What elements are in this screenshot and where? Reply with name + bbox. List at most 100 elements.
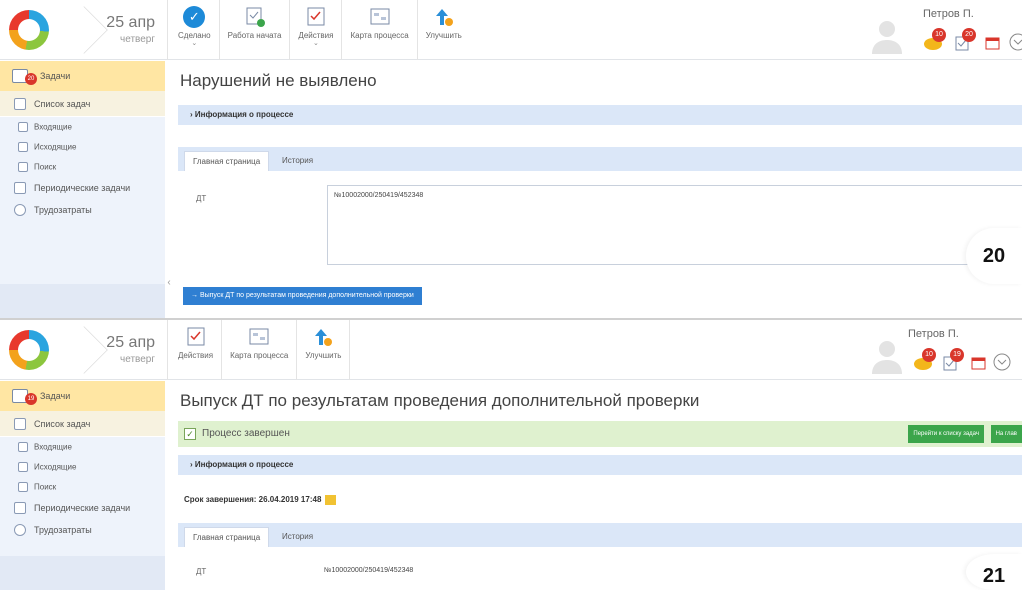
- check-circle-icon: ✓: [183, 6, 206, 28]
- sidebar-item-outgoing[interactable]: Исходящие: [0, 457, 165, 477]
- avatar-icon[interactable]: [872, 338, 902, 374]
- improve-arrow-icon: [435, 9, 453, 26]
- release-dt-button[interactable]: → Выпуск ДТ по результатам проведения до…: [183, 287, 422, 305]
- incoming-icon: [18, 122, 28, 132]
- actions-button[interactable]: Действия ⌄: [290, 0, 343, 60]
- note-icon[interactable]: [325, 495, 337, 505]
- logo-date-block: 25 апр четверг: [0, 320, 168, 380]
- process-done-text: Процесс завершен: [202, 428, 290, 439]
- sidebar: 19 Задачи Список задач Входящие Исходящи…: [0, 381, 165, 590]
- main-content: Нарушений не выявлено › Информация о про…: [172, 61, 1022, 318]
- app-logo-icon[interactable]: [9, 330, 49, 370]
- list-icon: [14, 417, 26, 430]
- logo-date-block: 25 апр четверг: [0, 0, 168, 60]
- tasks-badge: 20: [25, 73, 37, 85]
- chevron-down-icon: ⌄: [191, 40, 198, 47]
- avatar-icon[interactable]: [872, 18, 902, 54]
- process-map-button[interactable]: Карта процесса: [222, 320, 298, 380]
- dt-field[interactable]: №10002000/250419/452348: [327, 185, 1022, 265]
- sidebar-item-incoming[interactable]: Входящие: [0, 117, 165, 137]
- process-map-button[interactable]: Карта процесса: [342, 0, 418, 60]
- search-icon: [18, 162, 28, 172]
- clock-icon: [14, 524, 26, 536]
- list-icon: [14, 97, 26, 110]
- tab-history[interactable]: История: [274, 151, 321, 171]
- sidebar-item-task-list[interactable]: Список задач: [0, 91, 165, 117]
- date-arrow-decoration: [60, 6, 108, 54]
- sidebar-item-tasks[interactable]: 19 Задачи: [0, 381, 165, 411]
- sidebar-item-search[interactable]: Поиск: [0, 477, 165, 497]
- process-map-icon: [249, 328, 269, 345]
- improve-button[interactable]: Улучшить: [297, 320, 351, 380]
- goto-task-list-button[interactable]: Перейти к списку задач: [908, 425, 984, 443]
- dt-field-value: №10002000/250419/452348: [324, 567, 414, 574]
- date-arrow-decoration: [60, 326, 108, 374]
- sidebar-item-task-list[interactable]: Список задач: [0, 411, 165, 437]
- tab-history[interactable]: История: [274, 527, 321, 547]
- sidebar-item-search[interactable]: Поиск: [0, 157, 165, 177]
- slide-number: 20: [966, 228, 1022, 284]
- user-name[interactable]: Петров П.: [908, 328, 959, 340]
- tab-main-page[interactable]: Главная страница: [184, 527, 270, 547]
- screen-slide-20: 25 апр четверг ✓ Сделано ⌄ Работа начата…: [0, 0, 1022, 318]
- task-toolbar: ✓ Сделано ⌄ Работа начата Действия ⌄ Кар…: [170, 0, 470, 60]
- messages-badge: 10: [922, 348, 936, 362]
- tab-main-page[interactable]: Главная страница: [184, 151, 270, 171]
- tasks-badge: 19: [25, 393, 37, 405]
- tasks-notif-icon[interactable]: 20: [952, 28, 982, 54]
- sidebar-item-labor[interactable]: Трудозатраты: [0, 199, 165, 221]
- sidebar-item-outgoing[interactable]: Исходящие: [0, 137, 165, 157]
- sidebar-bottom: [0, 556, 165, 590]
- dt-field-label: ДТ: [196, 194, 207, 203]
- sidebar-item-incoming[interactable]: Входящие: [0, 437, 165, 457]
- process-info-toggle[interactable]: › Информация о процессе: [178, 105, 1022, 125]
- sidebar-item-labor[interactable]: Трудозатраты: [0, 519, 165, 541]
- tasks-notif-badge: 20: [962, 28, 976, 42]
- screen-slide-21: 25 апр четверг Действия Карта процесса У…: [0, 320, 1022, 590]
- sidebar-bottom: [0, 284, 165, 318]
- outgoing-icon: [18, 462, 28, 472]
- task-toolbar: Действия Карта процесса Улучшить: [170, 320, 351, 380]
- tasks-notif-badge: 19: [950, 348, 964, 362]
- slide-number: 21: [966, 554, 1022, 590]
- clock-icon: [14, 204, 26, 216]
- process-map-icon: [370, 8, 390, 25]
- expand-circle-icon[interactable]: [992, 352, 1022, 374]
- work-started-button[interactable]: Работа начата: [220, 0, 291, 60]
- date-day: 25 апр: [106, 14, 155, 31]
- task-actions-icon: [187, 327, 205, 346]
- improve-arrow-icon: [315, 329, 333, 346]
- task-start-icon: [246, 7, 265, 27]
- sidebar-item-tasks[interactable]: 20 Задачи: [0, 61, 165, 91]
- user-name[interactable]: Петров П.: [923, 8, 974, 20]
- actions-button[interactable]: Действия: [170, 320, 223, 380]
- sidebar-item-periodic[interactable]: Периодические задачи: [0, 497, 165, 519]
- date-weekday: четверг: [120, 34, 155, 45]
- app-header: 25 апр четверг Действия Карта процесса У…: [0, 320, 1022, 380]
- messages-icon[interactable]: 10: [912, 348, 942, 374]
- deadline-text: Срок завершения: 26.04.2019 17:48: [184, 495, 337, 505]
- chevron-right-icon: ›: [190, 110, 193, 119]
- process-done-bar: ✓ Процесс завершен Перейти к списку зада…: [178, 421, 1022, 447]
- expand-circle-icon[interactable]: [1008, 32, 1022, 54]
- incoming-icon: [18, 442, 28, 452]
- improve-button[interactable]: Улучшить: [418, 0, 470, 60]
- date-day: 25 апр: [106, 334, 155, 351]
- date-weekday: четверг: [120, 354, 155, 365]
- dt-field-value: №10002000/250419/452348: [334, 192, 424, 199]
- periodic-tasks-icon: [14, 182, 26, 194]
- messages-icon[interactable]: 10: [922, 28, 952, 54]
- tab-bar: Главная страница История: [178, 523, 1022, 547]
- sidebar: 20 Задачи Список задач Входящие Исходящи…: [0, 61, 165, 318]
- goto-main-button[interactable]: На глав: [990, 425, 1022, 443]
- page-title: Нарушений не выявлено: [180, 71, 377, 90]
- page-title: Выпуск ДТ по результатам проведения допо…: [180, 391, 700, 410]
- sidebar-item-periodic[interactable]: Периодические задачи: [0, 177, 165, 199]
- chevron-right-icon: ›: [190, 460, 193, 469]
- messages-badge: 10: [932, 28, 946, 42]
- done-button[interactable]: ✓ Сделано ⌄: [170, 0, 220, 60]
- tasks-notif-icon[interactable]: 19: [940, 348, 970, 374]
- checkbox-checked-icon: ✓: [184, 428, 196, 440]
- app-logo-icon[interactable]: [9, 10, 49, 50]
- process-info-toggle[interactable]: › Информация о процессе: [178, 455, 1022, 475]
